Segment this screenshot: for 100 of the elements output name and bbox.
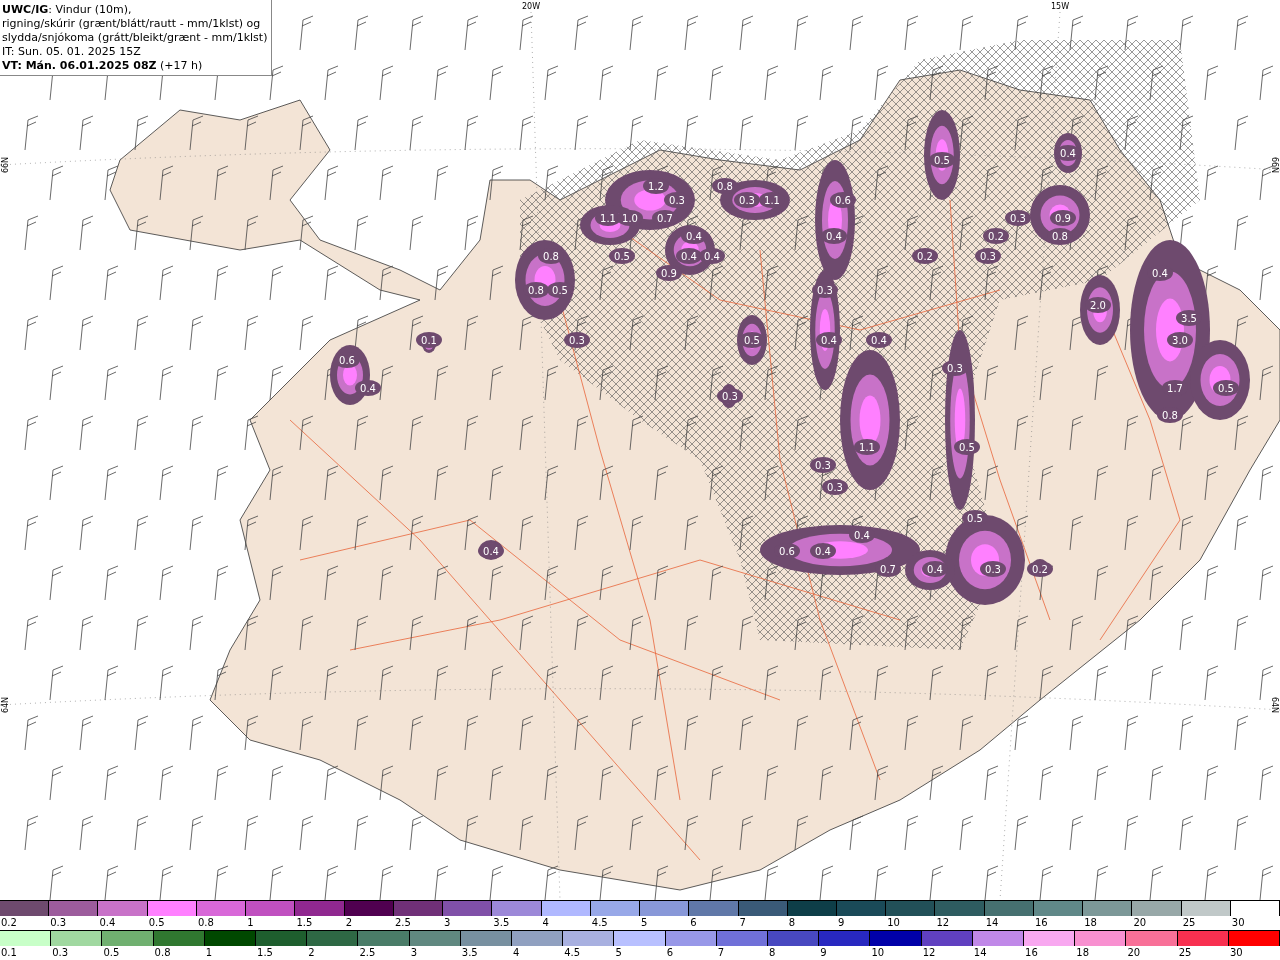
precip-value-label: 0.5: [552, 285, 568, 296]
scale-label: 1.5: [256, 946, 274, 959]
title-line: IT: Sun. 05. 01. 2025 15Z: [2, 45, 142, 59]
scale-label: 7: [716, 946, 726, 959]
scale-label: 10: [886, 916, 901, 929]
precip-value-label: 0.4: [1152, 268, 1168, 279]
latitude-label: 66N: [1, 156, 10, 174]
scale-label: 6: [665, 946, 674, 959]
scale-label: 1: [246, 916, 255, 929]
scale-label: 20: [1126, 946, 1142, 959]
scale-label: 25: [1181, 916, 1197, 929]
precip-value-label: 0.8: [543, 251, 559, 262]
scale-label: 0.4: [98, 916, 117, 929]
precip-value-label: 0.8: [1162, 410, 1178, 421]
title-line: UWC/IG: Vindur (10m),: [2, 3, 133, 17]
precip-value-label: 0.6: [779, 546, 795, 557]
latitude-label: 64N: [1270, 696, 1279, 714]
precip-value-label: 0.9: [661, 268, 677, 279]
precip-value-label: 0.7: [657, 213, 673, 224]
precip-value-label: 0.4: [686, 231, 702, 242]
precip-value-label: 0.3: [985, 564, 1001, 575]
precip-value-label: 0.4: [360, 383, 376, 394]
scale-label: 4: [541, 916, 550, 929]
scale-label: 20: [1132, 916, 1148, 929]
scale-label: 25: [1177, 946, 1193, 959]
scale-label: 12: [921, 946, 937, 959]
scale-label: 14: [984, 916, 1000, 929]
scale-label: 14: [972, 946, 988, 959]
title-line: slydda/snjókoma (grátt/bleikt/grænt - mm/1klst): [2, 31, 268, 45]
precip-value-label: 0.6: [339, 355, 355, 366]
precip-value-label: 0.4: [821, 335, 837, 346]
precip-value-label: 0.6: [835, 195, 851, 206]
scale-label: 3: [443, 916, 452, 929]
precip-value-label: 0.2: [1032, 564, 1048, 575]
precip-value-label: 0.5: [959, 442, 975, 453]
precip-value-label: 0.4: [681, 251, 697, 262]
precip-value-label: 0.3: [1010, 213, 1026, 224]
precip-value-label: 0.3: [947, 363, 963, 374]
precip-value-label: 0.3: [669, 195, 685, 206]
scale-label: 30: [1230, 916, 1246, 929]
scale-label: 16: [1024, 946, 1039, 959]
precip-value-label: 0.3: [722, 391, 738, 402]
scale-label: 30: [1228, 946, 1244, 959]
precip-value-label: 0.5: [614, 251, 630, 262]
scale-label: 3.5: [460, 946, 479, 959]
scale-label: 2: [307, 946, 316, 959]
precip-value-label: 0.2: [917, 251, 933, 262]
title-line: rigning/skúrir (grænt/blátt/rautt - mm/1klst) og: [2, 17, 262, 31]
precip-value-label: 0.3: [815, 460, 831, 471]
precip-value-label: 1.0: [622, 213, 638, 224]
precip-value-label: 1.2: [648, 181, 664, 192]
title-line: VT: Mán. 06.01.2025 08Z (+17 h): [2, 59, 204, 73]
precip-value-label: 0.2: [988, 231, 1004, 242]
scale-label: 1: [204, 946, 214, 959]
scale-label: 0.1: [0, 946, 18, 959]
scale-label: 2.5: [393, 916, 412, 929]
precip-value-label: 1.1: [764, 195, 780, 206]
precip-value-label: 0.4: [826, 231, 842, 242]
scale-label: 6: [689, 916, 698, 929]
precip-value-label: 1.7: [1167, 383, 1183, 394]
scale-label: 4.5: [590, 916, 609, 929]
precip-value-label: 0.4: [871, 335, 887, 346]
precip-value-label: 0.3: [980, 251, 996, 262]
precip-value-label: 0.4: [483, 546, 499, 557]
precip-value-label: 0.8: [528, 285, 544, 296]
precip-value-label: 0.7: [880, 564, 896, 575]
precip-value-label: 0.3: [739, 195, 755, 206]
scale-label: 18: [1083, 916, 1098, 929]
scale-label: 2.5: [358, 946, 377, 959]
scale-label: 10: [870, 946, 886, 959]
precip-value-label: 1.1: [600, 213, 616, 224]
scale-label: 9: [819, 946, 828, 959]
scale-label: 16: [1033, 916, 1049, 929]
scale-label: 0.8: [196, 916, 215, 929]
precip-value-label: 3.5: [1181, 313, 1197, 324]
scale-label: 0.8: [153, 946, 172, 959]
scale-label: 3: [409, 946, 418, 959]
precip-value-label: 0.4: [815, 546, 831, 557]
precip-value-label: 0.3: [817, 285, 833, 296]
scale-label: 0.3: [51, 946, 70, 959]
scale-label: 5: [614, 946, 623, 959]
scale-label: 8: [768, 946, 777, 959]
latitude-label: 66N: [1270, 156, 1279, 174]
precip-value-label: 0.8: [717, 181, 733, 192]
precip-value-label: 3.0: [1172, 335, 1188, 346]
precip-value-label: 0.4: [927, 564, 943, 575]
precip-value-label: 0.5: [744, 335, 760, 346]
precip-value-label: 0.5: [934, 155, 950, 166]
scale-label: 7: [738, 916, 747, 929]
scale-label: 4.5: [563, 946, 582, 959]
precip-value-label: 0.4: [854, 530, 870, 541]
precip-value-label: 0.3: [569, 335, 585, 346]
precip-value-label: 0.4: [704, 251, 720, 262]
precip-value-label: 0.3: [827, 482, 843, 493]
precip-value-label: 0.8: [1052, 231, 1068, 242]
scale-label: 4: [512, 946, 521, 959]
scale-label: 0.3: [49, 916, 68, 929]
scale-label: 1.5: [295, 916, 314, 929]
precip-value-label: 0.4: [1060, 148, 1076, 159]
precip-value-label: 0.5: [1218, 383, 1234, 394]
